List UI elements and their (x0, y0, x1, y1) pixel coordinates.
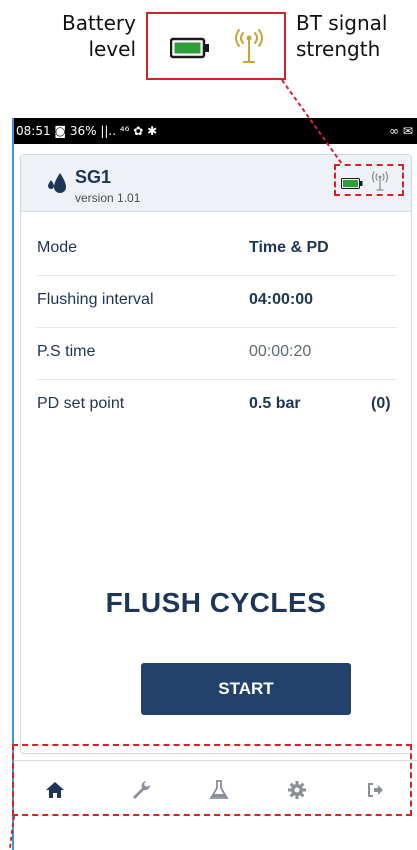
setting-row-ps-time[interactable]: P.S time 00:00:20 (37, 327, 397, 380)
status-bar: 08:51 ◙ 36% ||.. ⁴⁶ ✿ ✱ ∞ ✉ (14, 118, 417, 144)
status-bar-right: ∞ ✉ (389, 124, 413, 138)
setting-value: 04:00:00 (249, 291, 314, 308)
device-card: SG1 version 1.01 Mode Time & PD Flushing (20, 154, 412, 754)
icons-highlight-box (334, 164, 404, 196)
setting-label: PD set point (37, 395, 125, 412)
battery-icon (170, 37, 209, 59)
setting-label: P.S time (37, 343, 96, 360)
icon-zoom-box (146, 12, 286, 80)
setting-row-pd-set-point[interactable]: PD set point 0.5 bar (0) (37, 379, 397, 431)
water-drop-icon (48, 173, 66, 193)
setting-row-flushing-interval[interactable]: Flushing interval 04:00:00 (37, 275, 397, 328)
device-name: SG1 (75, 167, 112, 187)
setting-label: Flushing interval (37, 291, 154, 308)
bt-signal-callout: BT signal strength (296, 11, 388, 61)
setting-row-mode[interactable]: Mode Time & PD (37, 223, 397, 276)
setting-extra-value: (0) (371, 395, 391, 412)
flush-cycles-title: FLUSH CYCLES (105, 587, 327, 618)
setting-value: 0.5 bar (249, 395, 301, 412)
battery-level-callout: Battery level (61, 11, 136, 61)
status-bar-left: 08:51 ◙ 36% ||.. ⁴⁶ ✿ ✱ (16, 124, 158, 138)
setting-value: 00:00:20 (249, 343, 312, 360)
phone-screen: 08:51 ◙ 36% ||.. ⁴⁶ ✿ ✱ ∞ ✉ SG1 version … (12, 118, 417, 850)
setting-label: Mode (37, 239, 78, 256)
antenna-icon (235, 29, 263, 63)
setting-value: Time & PD (249, 239, 329, 256)
device-version: version 1.01 (75, 191, 141, 205)
start-button[interactable]: START (141, 663, 351, 715)
nav-highlight-box (12, 744, 412, 816)
